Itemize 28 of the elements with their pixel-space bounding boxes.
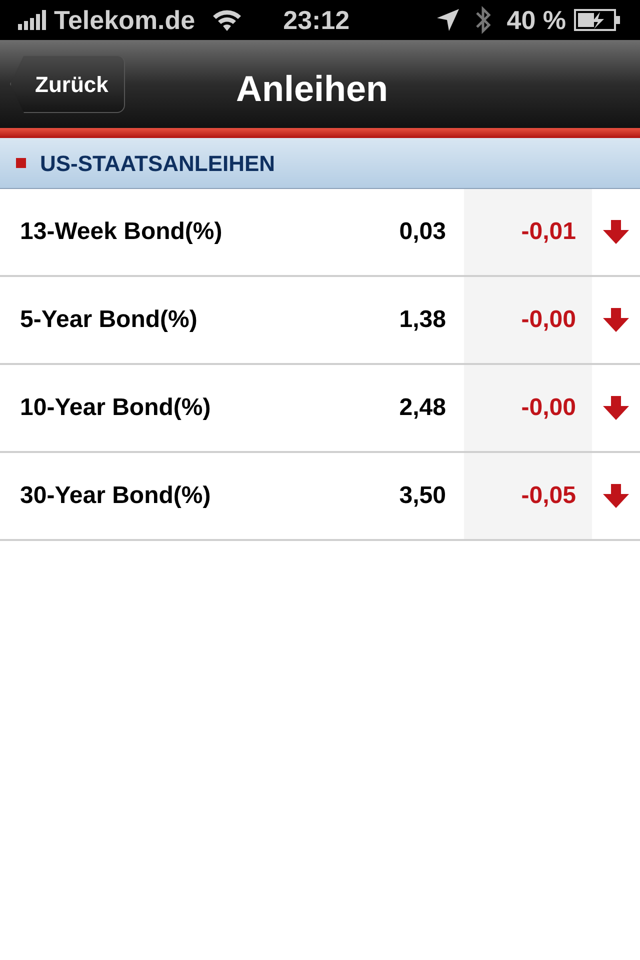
bond-name: 5-Year Bond(%)	[20, 305, 198, 335]
bond-yield: 3,50	[398, 481, 446, 511]
bond-row[interactable]: 30-Year Bond(%) 3,50 -0,05	[0, 453, 640, 541]
bond-yield: 1,38	[398, 305, 446, 335]
yield-change: -0,00	[521, 393, 576, 423]
carrier-name: Telekom.de	[54, 4, 196, 36]
battery-percent: 40 %	[506, 4, 566, 36]
bond-row[interactable]: 5-Year Bond(%) 1,38 -0,00	[0, 277, 640, 365]
section-title: US-STAATSANLEIHEN	[40, 150, 276, 178]
screen-title: Anleihen	[236, 67, 388, 111]
bond-row[interactable]: 10-Year Bond(%) 2,48 -0,00	[0, 365, 640, 453]
signal-icon	[18, 10, 48, 30]
bond-yield: 0,03	[398, 217, 446, 247]
back-button[interactable]: Zurück	[10, 55, 126, 113]
bond-name: 30-Year Bond(%)	[20, 481, 212, 511]
yield-change: -0,00	[521, 305, 576, 335]
wifi-icon	[211, 8, 244, 32]
bond-row[interactable]: 13-Week Bond(%) 0,03 -0,01	[0, 189, 640, 277]
location-arrow-icon	[436, 9, 459, 31]
bluetooth-icon	[474, 6, 491, 34]
bond-name: 13-Week Bond(%)	[20, 217, 224, 247]
bond-yield: 2,48	[398, 393, 446, 423]
bond-name: 10-Year Bond(%)	[20, 393, 212, 423]
yield-change: -0,01	[521, 217, 576, 247]
clock-time: 23:12	[283, 4, 350, 36]
section-marker-icon	[16, 158, 26, 168]
yield-change: -0,05	[521, 481, 576, 511]
battery-charging-icon	[574, 9, 622, 31]
